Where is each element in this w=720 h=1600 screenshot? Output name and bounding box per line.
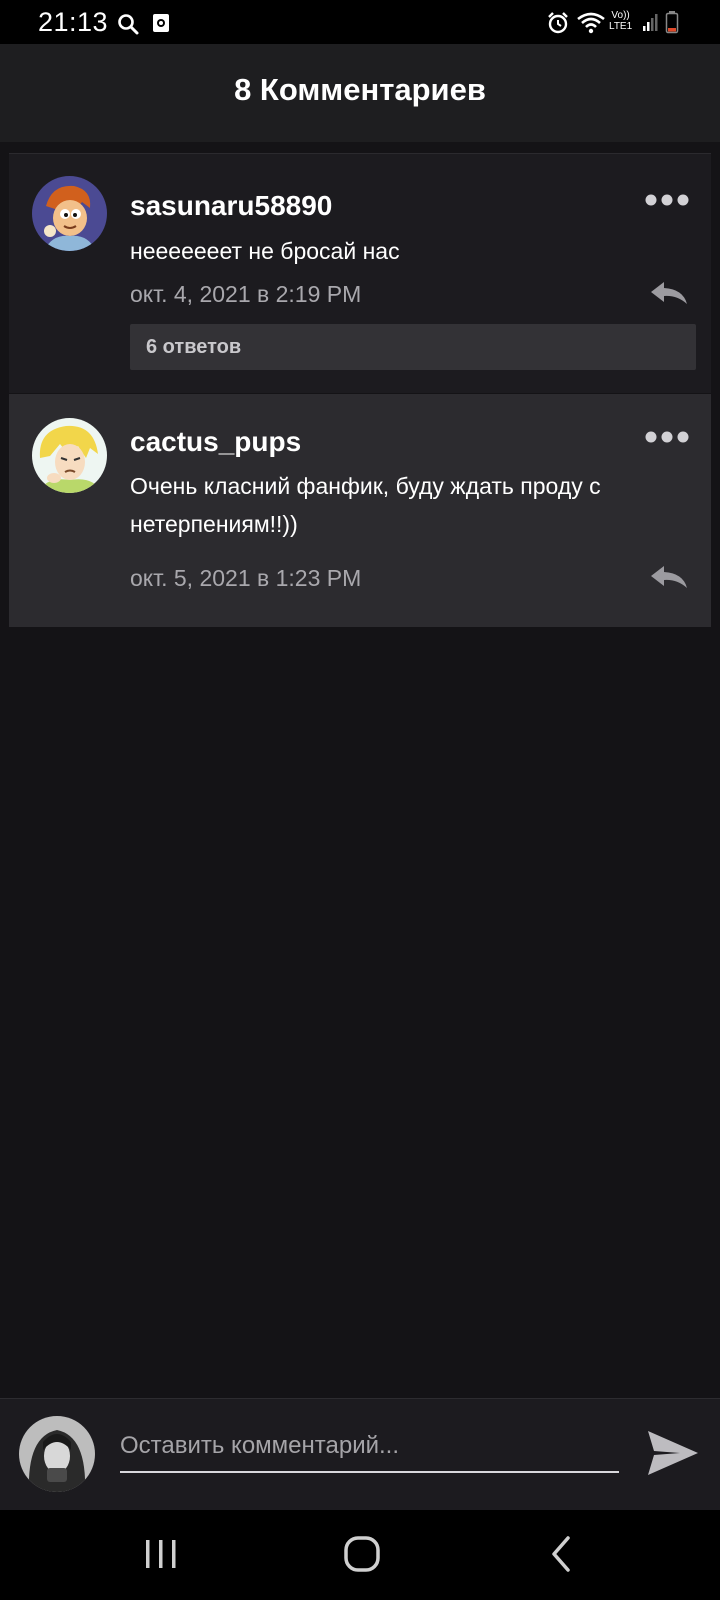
network-top-label: Vo)) [611,10,630,21]
comment-input[interactable] [120,1421,619,1473]
screenshot-icon [153,14,169,32]
send-icon[interactable] [644,1427,700,1479]
navigation-bar [0,1510,720,1600]
reply-icon[interactable] [649,564,689,590]
replies-label: 6 ответов [146,336,242,358]
comment-username[interactable]: cactus_pups [130,426,301,458]
header: 8 Комментариев [0,44,720,142]
status-bar: 21:13 Vo)) LTE1 [0,0,720,44]
avatar[interactable] [32,176,107,251]
comment-item: cactus_pups Очень класний фанфик, буду ж… [9,394,711,627]
wifi-icon [577,12,605,34]
avatar[interactable] [32,418,107,493]
page-title: 8 Комментариев [234,72,486,107]
avatar[interactable] [19,1416,95,1492]
comment-date: окт. 4, 2021 в 2:19 PM [130,281,362,307]
comment-text: Очень класний фанфик, буду ждать проду с… [130,473,601,537]
network-bottom-label: LTE1 [609,21,633,32]
home-icon[interactable] [337,1532,387,1576]
back-icon[interactable] [538,1532,588,1576]
recent-apps-icon[interactable] [136,1532,186,1576]
replies-button[interactable]: 6 ответов [130,324,696,370]
more-options-icon[interactable] [645,193,689,207]
alarm-icon [548,12,568,34]
lte-icon: Vo)) LTE1 [609,10,632,32]
comment-text: нееееееет не бросай нас [130,238,400,264]
battery-icon [665,11,679,34]
more-options-icon[interactable] [645,430,689,444]
comment-composer [0,1398,720,1510]
comment-date: окт. 5, 2021 в 1:23 PM [130,565,362,591]
search-icon [118,14,139,35]
comment-item: sasunaru58890 нееееееет не бросай нас ок… [9,153,711,393]
comment-username[interactable]: sasunaru58890 [130,190,332,222]
reply-icon[interactable] [649,280,689,306]
signal-icon [643,14,658,31]
status-time: 21:13 [38,7,109,37]
